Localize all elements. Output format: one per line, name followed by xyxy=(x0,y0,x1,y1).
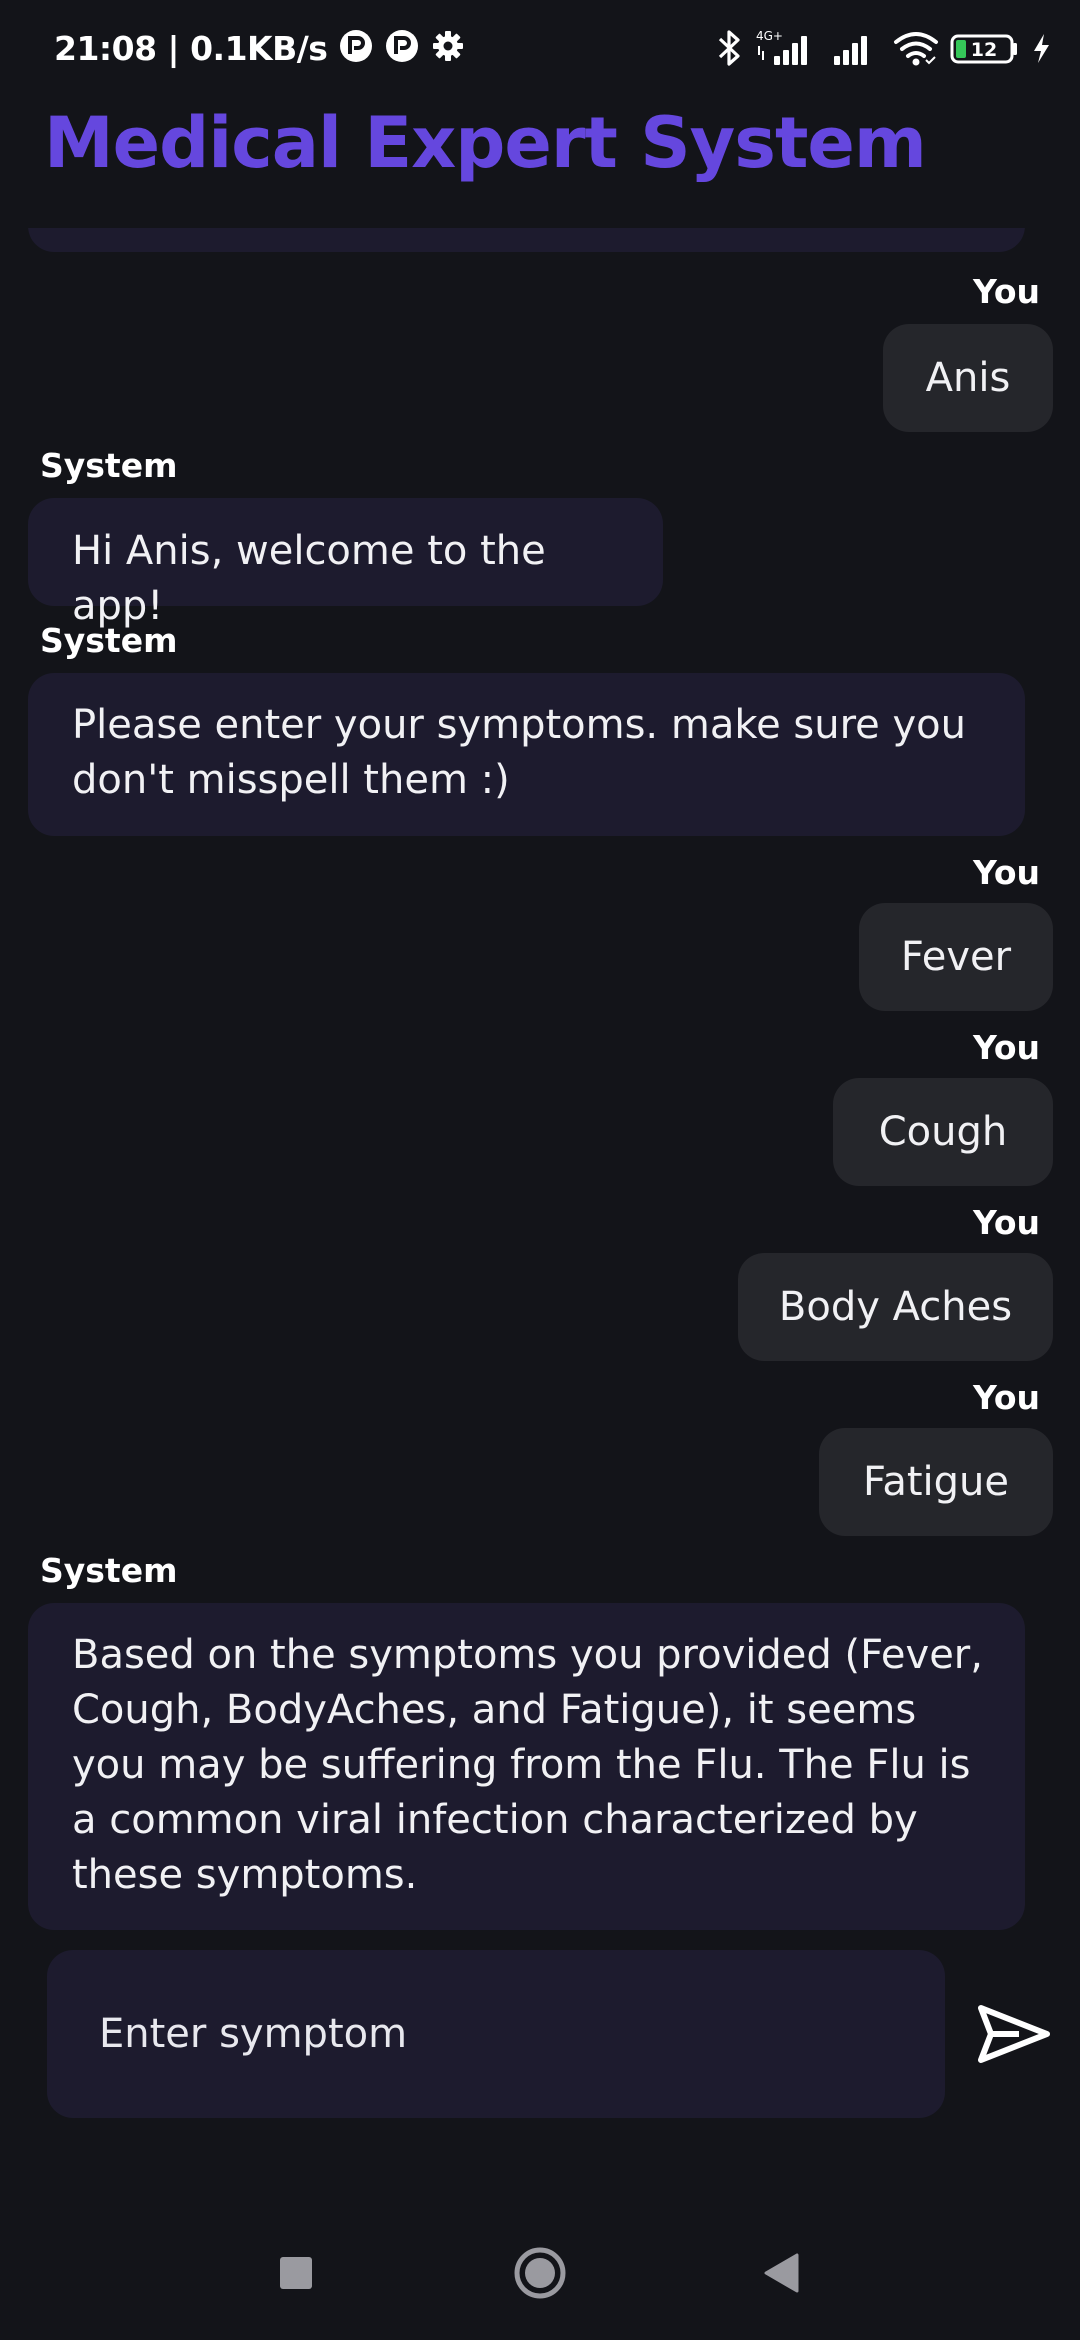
system-message-bubble: Please enter your symptoms. make sure yo… xyxy=(28,673,1025,836)
message-sender: System xyxy=(40,1551,178,1590)
message-sender: System xyxy=(40,621,178,660)
system-message-bubble: Hi Anis, welcome to the app! xyxy=(28,498,663,629)
network-type-label: 4G+ xyxy=(756,29,783,43)
user-message-bubble: Fever xyxy=(859,903,1053,1011)
previous-system-bubble xyxy=(28,228,1025,252)
charging-bolt-icon xyxy=(1030,28,1052,68)
app-notification-icon xyxy=(385,29,419,67)
message-sender: You xyxy=(972,272,1040,311)
bluetooth-icon xyxy=(714,28,744,68)
recents-square-icon xyxy=(279,2256,313,2294)
status-right: 4G+ 12 xyxy=(714,26,1052,70)
message-sender: You xyxy=(972,1203,1040,1242)
status-time-speed: 21:08 | 0.1KB/s xyxy=(54,28,328,68)
signal-icon xyxy=(830,28,882,68)
back-button[interactable] xyxy=(736,2230,826,2320)
message-sender: You xyxy=(972,853,1040,892)
symptom-input[interactable]: Enter symptom xyxy=(47,1950,945,2118)
system-message-bubble: Based on the symptoms you provided (Feve… xyxy=(28,1603,1025,1930)
message-sender: You xyxy=(972,1028,1040,1067)
settings-gear-icon xyxy=(431,29,465,67)
send-icon xyxy=(975,2002,1053,2070)
app-notification-icon xyxy=(339,29,373,67)
battery-level: 12 xyxy=(971,39,997,61)
app-title: Medical Expert System xyxy=(44,102,927,184)
signal-icon: 4G+ xyxy=(754,28,820,68)
status-left: 21:08 | 0.1KB/s xyxy=(54,26,465,70)
user-message-bubble: Fatigue xyxy=(819,1428,1053,1536)
status-bar: 21:08 | 0.1KB/s 4G+ 12 xyxy=(0,0,1080,96)
home-circle-icon xyxy=(513,2246,567,2304)
battery-icon: 12 xyxy=(950,28,1020,68)
back-triangle-icon xyxy=(761,2252,801,2298)
user-message-bubble: Cough xyxy=(833,1078,1053,1186)
send-button[interactable] xyxy=(968,1990,1060,2082)
wifi-icon xyxy=(892,28,940,68)
user-message-bubble: Anis xyxy=(883,324,1053,432)
message-sender: You xyxy=(972,1378,1040,1417)
user-message-bubble: Body Aches xyxy=(738,1253,1053,1361)
message-sender: System xyxy=(40,446,178,485)
chat-list[interactable]: You Anis System Hi Anis, welcome to the … xyxy=(0,228,1080,1938)
recents-button[interactable] xyxy=(251,2230,341,2320)
screen: 21:08 | 0.1KB/s 4G+ 12 Medical Expert Sy… xyxy=(0,0,1080,2340)
home-button[interactable] xyxy=(495,2230,585,2320)
